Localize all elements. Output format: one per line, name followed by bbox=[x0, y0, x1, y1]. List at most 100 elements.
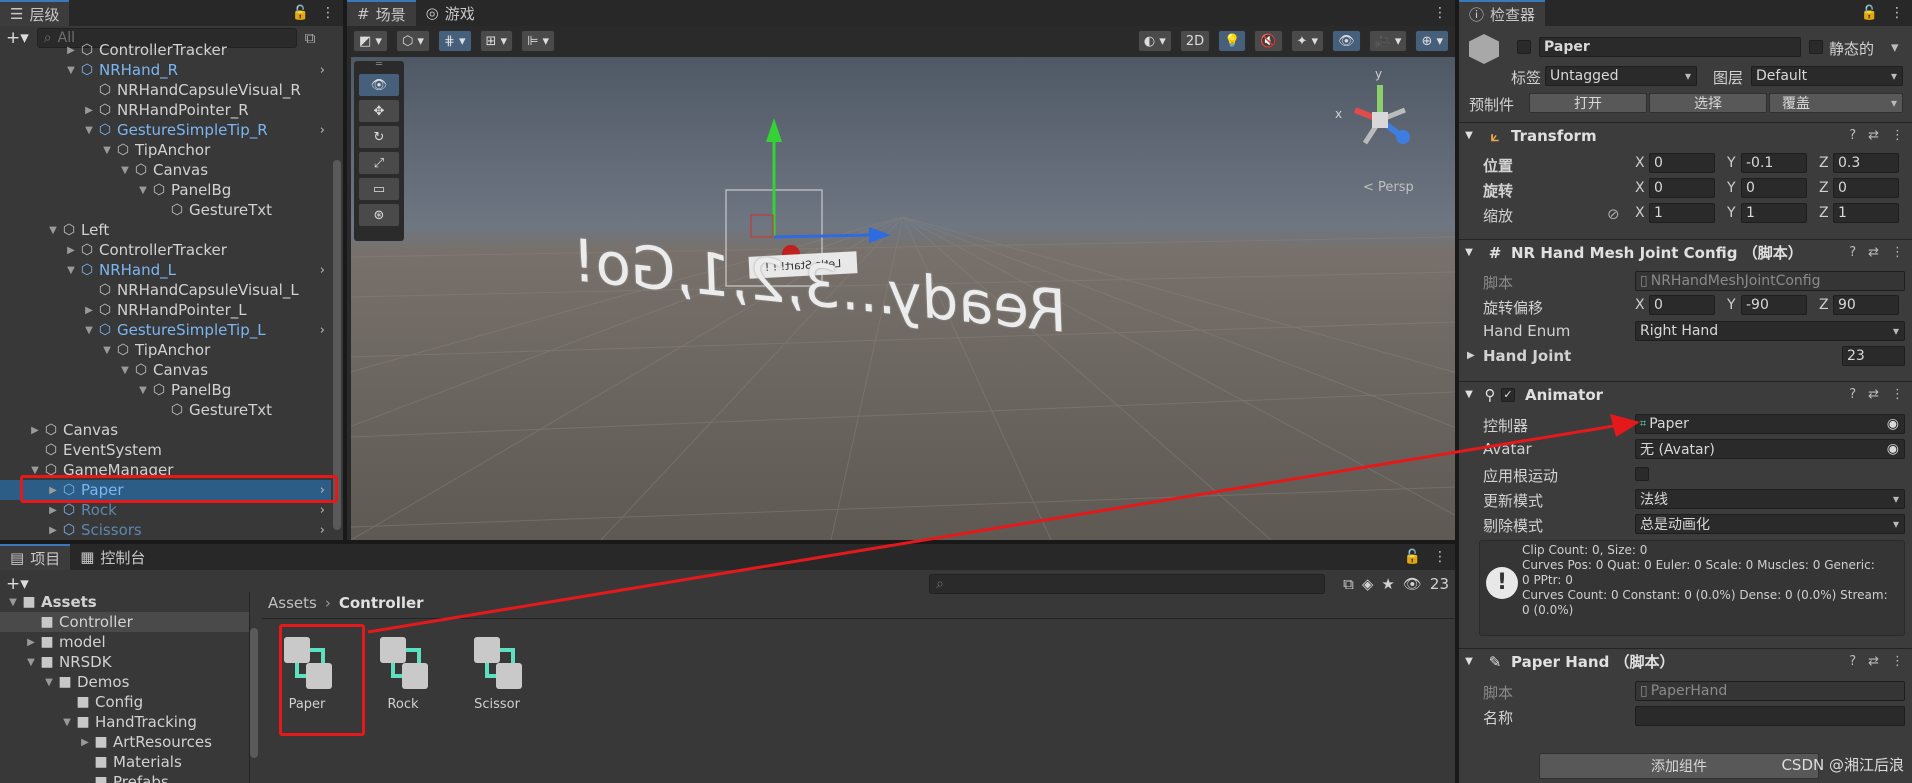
open-prefab-chevron-icon[interactable]: › bbox=[320, 263, 325, 278]
filter-label-icon[interactable]: ◈ bbox=[1362, 575, 1374, 593]
hierarchy-row[interactable]: ▼ ⬡ GestureSimpleTip_L › bbox=[0, 320, 331, 340]
transform-tool-icon[interactable]: ⊛ bbox=[358, 203, 400, 227]
fold-arrow-icon[interactable]: ▶ bbox=[28, 425, 42, 436]
move-tool-icon[interactable]: ✥ bbox=[358, 99, 400, 123]
rotation-y-field[interactable]: 0 bbox=[1741, 178, 1807, 198]
static-checkbox[interactable] bbox=[1809, 40, 1823, 54]
fold-arrow-icon[interactable]: ▶ bbox=[24, 637, 38, 648]
help-icon[interactable]: ? bbox=[1849, 654, 1856, 669]
constrain-proportions-icon[interactable]: ⊘ bbox=[1607, 205, 1620, 223]
camera-settings-icon[interactable]: 🎥 ▾ bbox=[1368, 30, 1408, 52]
tab-console[interactable]: ▦ 控制台 bbox=[70, 544, 155, 570]
fold-arrow-icon[interactable]: ▼ bbox=[118, 165, 132, 176]
orientation-gizmo[interactable]: y x < Persp bbox=[1325, 65, 1435, 195]
axis-label-y[interactable]: Y bbox=[1727, 297, 1736, 313]
layer-dropdown[interactable]: Default bbox=[1751, 66, 1903, 86]
hierarchy-row[interactable]: ▶ ⬡ NRHandPointer_R bbox=[0, 100, 331, 120]
fold-arrow-icon[interactable]: ▼ bbox=[64, 65, 78, 76]
fold-arrow-icon[interactable]: ▼ bbox=[42, 677, 56, 688]
hierarchy-row[interactable]: ⬡ GestureTxt bbox=[0, 400, 331, 420]
fold-arrow-icon[interactable]: ▶ bbox=[78, 737, 92, 748]
prefab-open-button[interactable]: 打开 bbox=[1529, 93, 1647, 113]
fold-arrow-icon[interactable]: ▶ bbox=[46, 505, 60, 516]
tab-scene[interactable]: # 场景 bbox=[347, 0, 416, 26]
hierarchy-row[interactable]: ▶ ⬡ Rock › bbox=[0, 500, 331, 520]
hierarchy-row[interactable]: ▼ ⬡ Canvas bbox=[0, 160, 331, 180]
project-search-input[interactable]: ⌕ bbox=[929, 574, 1326, 594]
hierarchy-row[interactable]: ▼ ⬡ Canvas bbox=[0, 360, 331, 380]
fold-arrow-icon[interactable]: ▼ bbox=[82, 125, 96, 136]
hierarchy-row[interactable]: ▼ ⬡ Left bbox=[0, 220, 331, 240]
hierarchy-row[interactable]: ⬡ GestureTxt bbox=[0, 200, 331, 220]
asset-scissor[interactable]: Scissor bbox=[462, 629, 532, 712]
preset-icon[interactable]: ⇄ bbox=[1868, 128, 1879, 143]
breadcrumb-controller[interactable]: Controller bbox=[339, 594, 424, 612]
axis-label-x[interactable]: X bbox=[1635, 155, 1645, 171]
gizmo-handle-button[interactable]: ◩ ▾ bbox=[353, 30, 388, 52]
tab-project[interactable]: ▤ 项目 bbox=[0, 544, 71, 570]
axis-label-z[interactable]: Z bbox=[1819, 297, 1829, 313]
hierarchy-row[interactable]: ▼ ⬡ PanelBg bbox=[0, 180, 331, 200]
open-prefab-chevron-icon[interactable]: › bbox=[320, 503, 325, 518]
project-folder-row[interactable]: ■ Config bbox=[0, 692, 249, 712]
axis-label-z[interactable]: Z bbox=[1819, 155, 1829, 171]
fold-arrow-icon[interactable]: ▼ bbox=[60, 717, 74, 728]
hierarchy-row[interactable]: ▼ ⬡ NRHand_R › bbox=[0, 60, 331, 80]
rotate-tool-icon[interactable]: ↻ bbox=[358, 125, 400, 149]
object-picker-icon[interactable]: ◉ bbox=[1887, 416, 1899, 432]
kebab-menu-icon[interactable]: ⋮ bbox=[1433, 5, 1447, 21]
apply-root-motion-checkbox[interactable] bbox=[1635, 467, 1649, 481]
tab-game[interactable]: ◎ 游戏 bbox=[416, 0, 485, 26]
grid-snap-button[interactable]: ⋕ ▾ bbox=[437, 30, 472, 52]
effects-toggle-icon[interactable]: ✦ ▾ bbox=[1290, 30, 1325, 52]
asset-rock[interactable]: Rock bbox=[368, 629, 438, 712]
fold-arrow-icon[interactable]: ▶ bbox=[82, 105, 96, 116]
preset-icon[interactable]: ⇄ bbox=[1868, 387, 1879, 402]
hierarchy-row[interactable]: ▶ ⬡ ControllerTracker bbox=[0, 40, 331, 60]
hierarchy-row[interactable]: ▶ ⬡ NRHandPointer_L bbox=[0, 300, 331, 320]
fold-arrow-icon[interactable]: ▼ bbox=[100, 345, 114, 356]
favorite-star-icon[interactable]: ★ bbox=[1381, 575, 1394, 593]
position-x-field[interactable]: 0 bbox=[1649, 153, 1715, 173]
fold-arrow-icon[interactable]: ▼ bbox=[28, 465, 42, 476]
project-folder-row[interactable]: ▼ ■ HandTracking bbox=[0, 712, 249, 732]
hierarchy-row[interactable]: ⬡ NRHandCapsuleVisual_L bbox=[0, 280, 331, 300]
open-prefab-chevron-icon[interactable]: › bbox=[320, 63, 325, 78]
static-dropdown-icon[interactable]: ▾ bbox=[1891, 38, 1899, 56]
preset-icon[interactable]: ⇄ bbox=[1868, 654, 1879, 669]
kebab-menu-icon[interactable]: ⋮ bbox=[1891, 654, 1904, 669]
paper-hand-header[interactable]: ▼ ✎ Paper Hand （脚本） ? ⇄ ⋮ bbox=[1459, 648, 1912, 674]
axis-label-x[interactable]: X bbox=[1635, 205, 1645, 221]
kebab-menu-icon[interactable]: ⋮ bbox=[321, 5, 335, 21]
project-folder-row[interactable]: ■ Controller bbox=[0, 612, 249, 632]
hierarchy-row[interactable]: ▶ ⬡ Canvas bbox=[0, 420, 331, 440]
tag-dropdown[interactable]: Untagged bbox=[1545, 66, 1697, 86]
hierarchy-row[interactable]: ⬡ EventSystem bbox=[0, 440, 331, 460]
transform-header[interactable]: ▼ ⟀ Transform ? ⇄ ⋮ bbox=[1459, 122, 1912, 148]
fold-arrow-icon[interactable]: ▶ bbox=[82, 305, 96, 316]
project-folder-row[interactable]: ▼ ■ Assets bbox=[0, 592, 249, 612]
fold-arrow-icon[interactable]: ▼ bbox=[6, 597, 20, 608]
fold-arrow-icon[interactable]: ▶ bbox=[1467, 350, 1475, 361]
fold-arrow-icon[interactable]: ▶ bbox=[46, 525, 60, 536]
hidden-objects-icon[interactable]: 👁 bbox=[1332, 30, 1361, 52]
toggle-2d-button[interactable]: 2D bbox=[1179, 30, 1211, 52]
prefab-select-button[interactable]: 选择 bbox=[1649, 93, 1767, 113]
lock-icon[interactable]: 🔓 bbox=[1404, 549, 1421, 565]
add-component-button[interactable]: 添加组件 bbox=[1539, 753, 1819, 779]
tab-hierarchy[interactable]: ☰ 层级 bbox=[0, 0, 70, 26]
hierarchy-row[interactable]: ▼ ⬡ TipAnchor bbox=[0, 340, 331, 360]
scale-x-field[interactable]: 1 bbox=[1649, 203, 1715, 223]
hidden-packages-icon[interactable]: 👁 bbox=[1403, 575, 1422, 593]
axis-label-z[interactable]: Z bbox=[1819, 205, 1829, 221]
axis-label-z[interactable]: Z bbox=[1819, 180, 1829, 196]
project-tree-scrollbar[interactable] bbox=[250, 628, 258, 758]
open-prefab-chevron-icon[interactable]: › bbox=[320, 323, 325, 338]
culling-mode-dropdown[interactable]: 总是动画化 bbox=[1635, 514, 1905, 534]
kebab-menu-icon[interactable]: ⋮ bbox=[1433, 549, 1447, 565]
fold-arrow-icon[interactable]: ▶ bbox=[64, 245, 78, 256]
hierarchy-row[interactable]: ▶ ⬡ Scissors › bbox=[0, 520, 331, 540]
tab-inspector[interactable]: ⓘ 检查器 bbox=[1459, 0, 1546, 26]
draw-mode-button[interactable]: ⬡ ▾ bbox=[395, 30, 430, 52]
paper-hand-name-field[interactable] bbox=[1635, 706, 1905, 726]
